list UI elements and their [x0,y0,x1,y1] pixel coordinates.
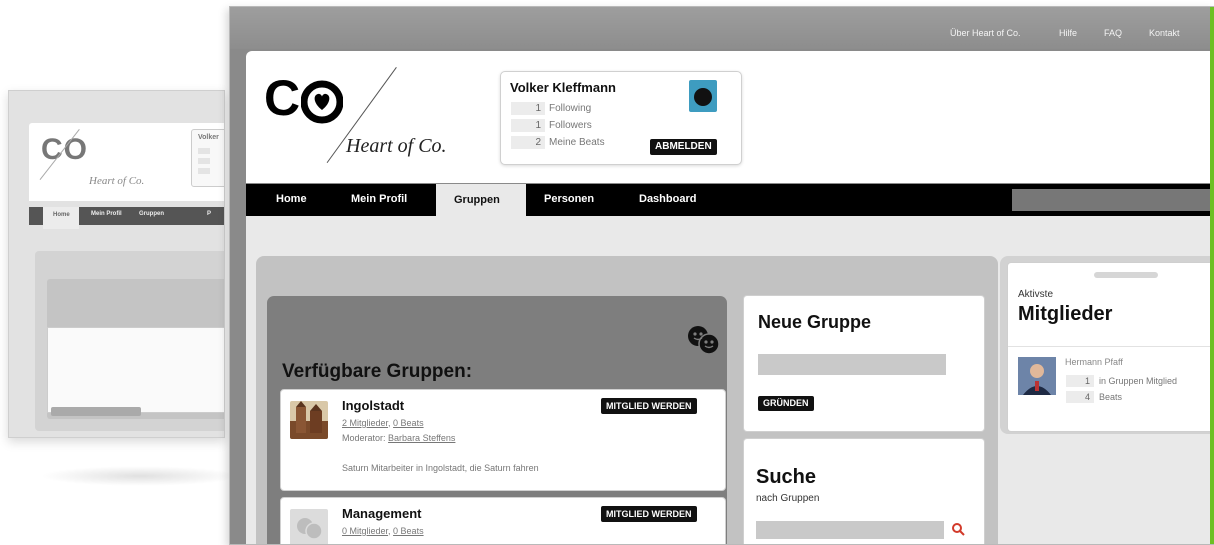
group-meta: 0 Mitglieder, 0 Beats [342,526,424,536]
stat-label: Followers [549,120,592,131]
stat-value: 2 [511,136,545,149]
members-subtitle: Aktivste [1018,289,1054,300]
available-groups-title: Verfügbare Gruppen: [282,361,473,382]
member-stat-groups: 1 in Gruppen Mitglied [1066,375,1206,388]
member-stat-beats: 4 Beats [1066,391,1206,404]
member-name[interactable]: Hermann Pfaff [1065,357,1123,367]
tab-dashboard[interactable]: Dashboard [639,193,696,205]
background-screenshot: CO Heart of Co. Volker Home Mein Profil … [8,90,225,438]
group-image[interactable] [290,509,328,545]
stat-following[interactable]: 1 Following [509,101,625,116]
background-user-card: Volker [191,129,224,187]
site-header: C Heart of Co. Volker Kleffmann 1 Follow… [246,51,1214,183]
user-card: Volker Kleffmann 1 Following 1 Followers… [500,71,742,165]
tab-people[interactable]: Personen [544,193,594,205]
logo-tagline: Heart of Co. [346,135,447,157]
main-window: Über Heart of Co. Hilfe FAQ Kontakt C He… [229,6,1214,545]
group-meta: 2 Mitglieder, 0 Beats [342,418,424,428]
stat-value: 1 [511,119,545,132]
top-bar: Über Heart of Co. Hilfe FAQ Kontakt [230,7,1214,49]
tab-my-profile[interactable]: Mein Profil [351,193,407,205]
groups-icon [688,326,720,355]
floor-shadow [40,466,240,486]
main-nav: Home Mein Profil Gruppen Personen Dashbo… [246,184,1214,224]
join-group-button[interactable]: MITGLIED WERDEN [601,506,697,522]
background-nav: Home Mein Profil Gruppen P [29,207,224,229]
nav-search-input[interactable] [1012,189,1214,211]
stat-value: 1 [1066,375,1094,387]
stat-label: in Gruppen Mitglied [1099,376,1178,386]
group-members-link[interactable]: 0 Mitglieder [342,526,388,536]
new-group-widget: Neue Gruppe GRÜNDEN [743,295,985,432]
stat-label: Meine Beats [549,137,605,148]
background-button [51,407,141,416]
background-nav-active: Home [43,207,79,229]
stat-value: 4 [1066,391,1094,403]
avatar[interactable] [689,80,717,112]
divider [1008,346,1214,347]
group-name[interactable]: Management [342,506,421,521]
background-nav-tab: P [207,211,212,217]
user-name[interactable]: Volker Kleffmann [510,80,616,95]
search-input[interactable] [756,521,944,539]
background-nav-tab: Gruppen [139,211,164,217]
group-beats-link[interactable]: 0 Beats [393,418,424,428]
group-moderator: Moderator: Barbara Steffens [342,433,456,443]
moderator-link[interactable]: Barbara Steffens [388,433,455,443]
background-user-name: Volker [198,134,219,141]
member-avatar[interactable] [1018,357,1056,395]
link-contact[interactable]: Kontakt [1149,28,1180,38]
background-logo: CO [41,133,88,166]
search-icon[interactable] [951,522,965,536]
tab-groups-label: Gruppen [454,194,500,206]
group-description: Saturn Mitarbeiter in Ingolstadt, die Sa… [342,463,539,473]
stat-label: Beats [1099,392,1123,402]
new-group-name-input[interactable] [758,354,946,375]
drag-handle[interactable] [1094,272,1158,278]
group-image[interactable] [290,401,328,439]
background-nav-tab: Mein Profil [91,211,122,217]
members-title: Mitglieder [1018,303,1113,325]
link-help[interactable]: Hilfe [1059,28,1077,38]
heart-logo-icon [301,80,344,124]
active-members-widget: Aktivste Mitglieder Hermann Pfaff 1 in G… [1007,262,1214,432]
group-name[interactable]: Ingolstadt [342,398,404,413]
background-textbox [47,327,224,413]
link-about[interactable]: Über Heart of Co. [950,28,1021,38]
logout-button[interactable]: ABMELDEN [650,139,717,155]
stat-value: 1 [511,102,545,115]
stat-followers[interactable]: 1 Followers [509,118,625,133]
background-header: CO Heart of Co. Volker [29,123,224,201]
background-tagline: Heart of Co. [89,175,145,187]
join-group-button[interactable]: MITGLIED WERDEN [601,398,697,414]
group-card: Management 0 Mitglieder, 0 Beats MITGLIE… [280,497,726,545]
search-subtitle: nach Gruppen [756,493,820,504]
logo[interactable]: C [264,69,344,127]
create-group-button[interactable]: GRÜNDEN [758,396,814,411]
group-members-link[interactable]: 2 Mitglieder [342,418,388,428]
group-card: Ingolstadt 2 Mitglieder, 0 Beats Moderat… [280,389,726,491]
stat-label: Following [549,103,592,114]
tab-home[interactable]: Home [276,193,307,205]
link-faq[interactable]: FAQ [1104,28,1122,38]
new-group-title: Neue Gruppe [758,312,872,332]
stat-my-beats[interactable]: 2 Meine Beats [509,135,625,150]
search-title: Suche [756,466,817,488]
group-beats-link[interactable]: 0 Beats [393,526,424,536]
accent-strip [1210,7,1214,544]
search-widget: Suche nach Gruppen [743,438,985,544]
